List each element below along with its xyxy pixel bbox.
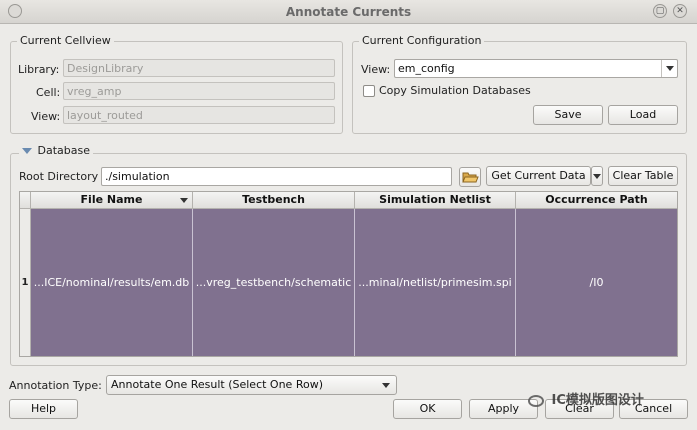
column-header-testbench[interactable]: Testbench (193, 192, 355, 209)
column-header-occurrence-path[interactable]: Occurrence Path (516, 192, 677, 209)
root-directory-label: Root Directory (19, 170, 99, 183)
save-button[interactable]: Save (533, 105, 603, 125)
root-directory-input[interactable]: ./simulation (101, 167, 452, 186)
view-field: layout_routed (63, 106, 335, 124)
browse-folder-button[interactable] (459, 167, 481, 187)
get-current-data-button[interactable]: Get Current Data (486, 166, 591, 186)
copy-sim-databases-label: Copy Simulation Databases (379, 84, 531, 97)
close-icon[interactable]: ✕ (673, 4, 687, 18)
load-button[interactable]: Load (608, 105, 678, 125)
cell-field: vreg_amp (63, 82, 335, 100)
triangle-down-icon[interactable] (22, 148, 32, 154)
database-title: Database (37, 144, 91, 157)
copy-sim-databases-checkbox[interactable] (363, 85, 375, 97)
library-label: Library: (18, 63, 60, 76)
database-table[interactable]: File Name Testbench Simulation Netlist O… (19, 191, 678, 357)
watermark-text: IC模拟版图设计 (551, 393, 644, 408)
table-cell-testbench[interactable]: ...vreg_testbench/schematic (193, 209, 355, 356)
table-cell-file-name[interactable]: ...ICE/nominal/results/em.db (31, 209, 193, 356)
config-view-value: em_config (398, 62, 455, 75)
annotation-type-label: Annotation Type: (9, 379, 102, 392)
watermark: IC模拟版图设计 (528, 389, 644, 408)
clear-table-button[interactable]: Clear Table (608, 166, 678, 186)
chevron-down-icon (382, 383, 390, 388)
get-current-data-dropdown[interactable] (591, 166, 603, 186)
chevron-down-icon (593, 174, 601, 179)
row-index[interactable]: 1 (20, 209, 31, 356)
config-view-select[interactable]: em_config (394, 59, 678, 78)
window-menu-icon[interactable] (8, 4, 22, 18)
help-button[interactable]: Help (9, 399, 78, 419)
title-bar: Annotate Currents ▢ ✕ (0, 0, 697, 24)
sort-desc-icon (180, 198, 188, 203)
config-view-dropdown-button[interactable] (661, 60, 677, 77)
view-label: View: (31, 110, 61, 123)
table-cell-occurrence-path[interactable]: /I0 (516, 209, 677, 356)
cell-label: Cell: (36, 86, 61, 99)
annotation-type-select[interactable]: Annotate One Result (Select One Row) (106, 375, 397, 395)
annotation-type-value: Annotate One Result (Select One Row) (111, 378, 323, 391)
config-view-label: View: (361, 63, 391, 76)
folder-icon (462, 172, 479, 183)
ok-button[interactable]: OK (393, 399, 462, 419)
column-header-simulation-netlist[interactable]: Simulation Netlist (355, 192, 516, 209)
chevron-down-icon (666, 66, 674, 71)
library-field: DesignLibrary (63, 59, 335, 77)
table-corner (20, 192, 31, 209)
window-title: Annotate Currents (285, 5, 412, 19)
database-section-header[interactable]: Database (19, 144, 93, 157)
current-configuration-title: Current Configuration (359, 34, 485, 47)
table-cell-simulation-netlist[interactable]: ...minal/netlist/primesim.spi (355, 209, 516, 356)
column-header-file-name[interactable]: File Name (31, 192, 193, 209)
wechat-icon (528, 394, 544, 407)
current-cellview-title: Current Cellview (17, 34, 114, 47)
maximize-icon[interactable]: ▢ (653, 4, 667, 18)
